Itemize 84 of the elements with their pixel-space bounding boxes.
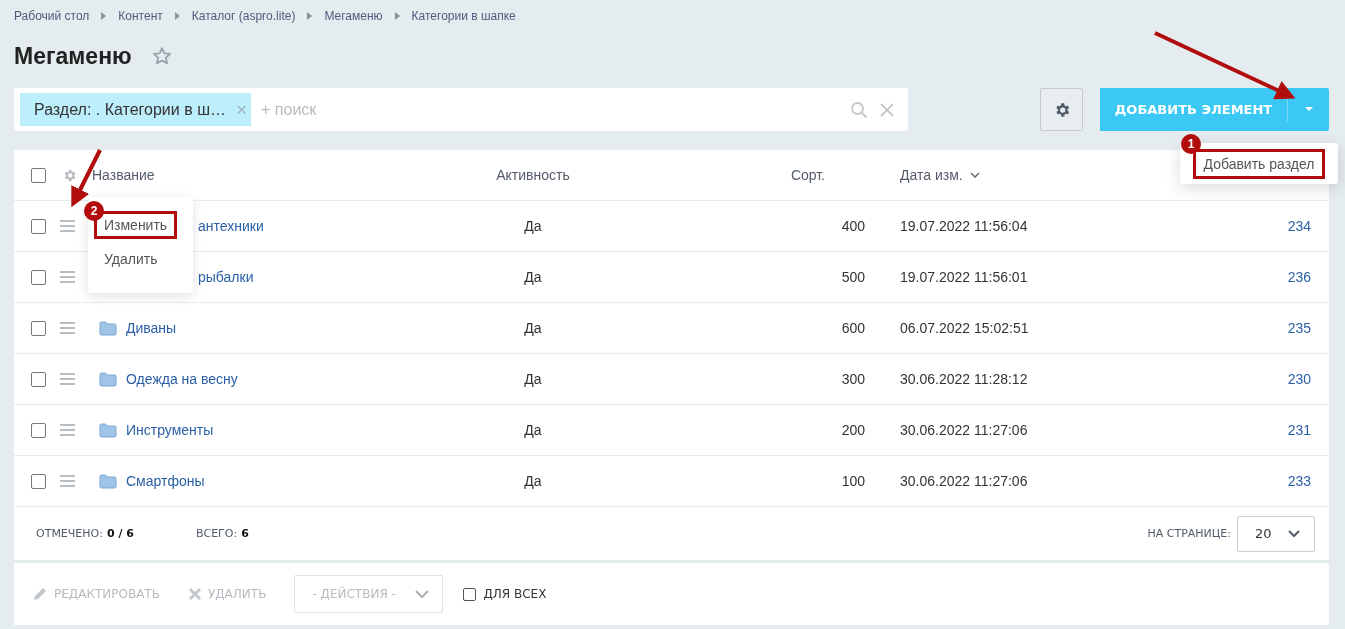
table-cell: 30.06.2022 11:27:06 (900, 473, 1028, 489)
breadcrumb-separator-icon (307, 12, 313, 20)
section-link[interactable]: Одежда на весну (126, 371, 238, 387)
total-count-label: ВСЕГО: (195, 527, 238, 540)
table-cell: 06.07.2022 15:02:51 (900, 320, 1029, 336)
breadcrumb-link[interactable]: Каталог (aspro.lite) (191, 9, 296, 23)
breadcrumb-link[interactable]: Категории в шапке (411, 9, 516, 23)
folder-icon (99, 473, 117, 489)
section-link[interactable]: рыбалки (198, 269, 254, 285)
id-link[interactable]: 235 (1287, 320, 1311, 336)
per-page-select[interactable]: 20 (1237, 515, 1315, 552)
menu-icon[interactable] (60, 322, 75, 334)
folder-icon (99, 422, 117, 438)
checkbox[interactable] (30, 269, 46, 285)
table-cell: 100 (841, 473, 865, 489)
table-cell: 300 (841, 371, 865, 387)
menu-icon[interactable] (60, 373, 75, 385)
table-cell: 200 (841, 422, 865, 438)
table-cell: Да (524, 371, 542, 387)
settings-icon[interactable] (62, 167, 77, 183)
table-cell: Да (524, 269, 542, 285)
id-link[interactable]: 231 (1287, 422, 1311, 438)
checkbox[interactable] (30, 218, 46, 234)
menu-item[interactable]: Удалить (94, 245, 168, 273)
breadcrumb-separator-icon (394, 12, 400, 20)
folder-icon (99, 320, 117, 336)
breadcrumb-link[interactable]: Контент (118, 9, 163, 23)
breadcrumb-separator-icon (101, 12, 107, 20)
table-cell: Да (524, 422, 542, 438)
breadcrumb-separator-icon (174, 12, 180, 20)
table-cell: 30.06.2022 11:27:06 (900, 422, 1028, 438)
checkbox[interactable] (30, 422, 46, 438)
menu-item[interactable]: Добавить раздел (1192, 148, 1326, 179)
sort-chevron-icon[interactable] (969, 171, 980, 179)
table-cell: Да (524, 320, 542, 336)
section-link[interactable]: антехники (198, 218, 264, 234)
folder-icon (99, 371, 117, 387)
breadcrumb-link[interactable]: Рабочий стол (14, 9, 90, 23)
menu-icon[interactable] (60, 271, 75, 283)
checkbox[interactable] (30, 167, 46, 183)
per-page-label: НА СТРАНИЦЕ: (1147, 527, 1231, 540)
close-icon (187, 587, 202, 601)
checkbox-label: ДЛЯ ВСЕХ (483, 587, 547, 601)
section-link[interactable]: Смартфоны (126, 473, 205, 489)
breadcrumb-link[interactable]: Мегаменю (324, 9, 383, 23)
table-cell: 600 (841, 320, 865, 336)
total-count-value: 6 (241, 527, 249, 540)
section-link[interactable]: Инструменты (126, 422, 214, 438)
column-header[interactable]: Активность (496, 167, 570, 183)
checked-count-label: ОТМЕЧЕНО: (36, 527, 103, 540)
chevron-down-icon (1288, 529, 1300, 538)
table-cell: Да (524, 218, 542, 234)
checkbox[interactable] (463, 587, 477, 601)
star-icon[interactable] (151, 46, 172, 66)
page-title: Мегаменю (14, 42, 132, 70)
table-cell: 30.06.2022 11:28:12 (900, 371, 1028, 387)
menu-icon[interactable] (60, 220, 75, 232)
section-link[interactable]: Диваны (126, 320, 177, 336)
checked-count-value: 0 / 6 (106, 527, 134, 540)
column-header[interactable]: Сорт. (790, 167, 825, 183)
table-cell: 400 (841, 218, 865, 234)
column-header[interactable]: Название (92, 167, 155, 183)
id-link[interactable]: 233 (1287, 473, 1311, 489)
menu-icon[interactable] (60, 475, 75, 487)
id-link[interactable]: 236 (1287, 269, 1311, 285)
table-cell: 19.07.2022 11:56:04 (900, 218, 1028, 234)
settings-button[interactable] (1040, 88, 1083, 131)
table-cell: 500 (841, 269, 865, 285)
checkbox[interactable] (30, 473, 46, 489)
chevron-down-icon (415, 589, 430, 599)
annotation-badge: 1 (1181, 134, 1201, 154)
menu-icon[interactable] (60, 424, 75, 436)
table-cell: 19.07.2022 11:56:01 (900, 269, 1028, 285)
pencil-icon (32, 586, 48, 602)
table-cell: Да (524, 473, 542, 489)
filter-tag-label: Раздел: . Категории в ш… (34, 100, 226, 119)
annotation-badge: 2 (84, 201, 104, 221)
search-field[interactable]: Раздел: . Категории в ш… × + поиск (14, 88, 908, 131)
id-link[interactable]: 230 (1287, 371, 1311, 387)
checkbox[interactable] (30, 320, 46, 336)
checkbox[interactable] (30, 371, 46, 387)
id-link[interactable]: 234 (1287, 218, 1311, 234)
column-header[interactable]: Дата изм. (900, 167, 963, 183)
search-input[interactable]: + поиск (259, 99, 850, 120)
